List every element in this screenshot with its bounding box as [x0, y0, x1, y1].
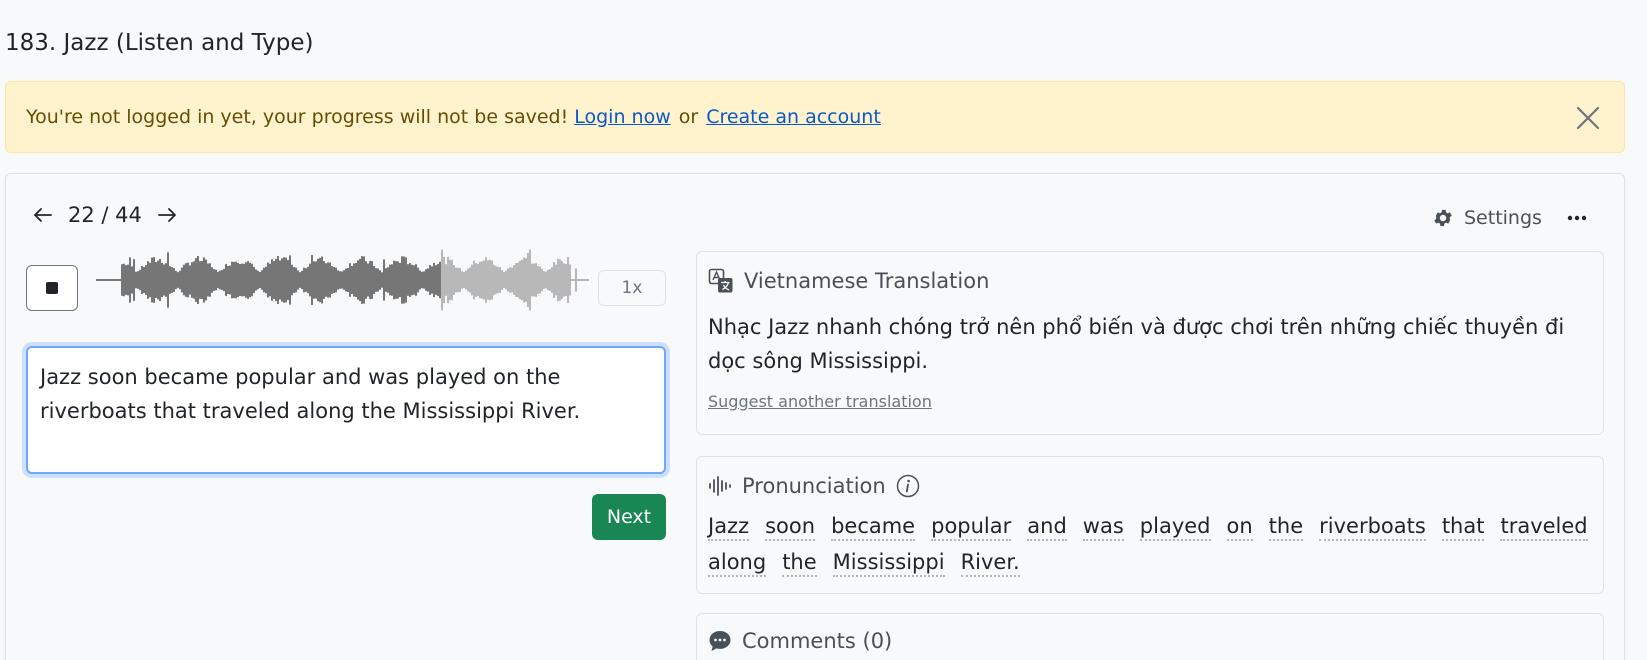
pronunciation-word[interactable]: that — [1441, 513, 1485, 541]
pronunciation-word[interactable]: the — [782, 549, 817, 577]
chat-icon — [709, 631, 731, 651]
next-button[interactable]: Next — [592, 494, 666, 540]
pronunciation-header: Pronunciation — [708, 471, 1592, 501]
sentence-counter: 22 / 44 — [68, 203, 142, 227]
page-title: 183. Jazz (Listen and Type) — [5, 30, 314, 56]
pronunciation-word[interactable]: riverboats — [1319, 513, 1426, 541]
pronunciation-word[interactable]: on — [1226, 513, 1253, 541]
pronunciation-word[interactable]: traveled — [1500, 513, 1588, 541]
comments-heading: Comments (0) — [742, 629, 893, 653]
close-icon[interactable] — [1574, 104, 1602, 132]
pronunciation-word[interactable]: popular — [931, 513, 1012, 541]
answer-input[interactable]: Jazz soon became popular and was played … — [26, 346, 666, 474]
alert-or-text: or — [678, 106, 699, 128]
pronunciation-word[interactable]: along — [708, 549, 767, 577]
arrow-right-icon[interactable] — [152, 200, 182, 230]
pronunciation-word[interactable]: was — [1082, 513, 1124, 541]
audio-wave-icon — [709, 476, 731, 496]
translation-heading: Vietnamese Translation — [744, 269, 990, 293]
gear-icon — [1434, 209, 1452, 227]
stop-icon — [46, 282, 58, 294]
playback-speed-button[interactable]: 1x — [598, 270, 666, 306]
comments-panel: Comments (0) — [696, 613, 1604, 660]
arrow-left-icon[interactable] — [28, 200, 58, 230]
stop-button[interactable] — [26, 265, 78, 311]
pronunciation-panel: Pronunciation Jazz soon became popular and wa… — [696, 456, 1604, 594]
pronunciation-word[interactable]: River. — [960, 549, 1020, 577]
pronunciation-word[interactable]: and — [1027, 513, 1067, 541]
pronunciation-words: Jazz soon became popular and was played on the ri… — [708, 513, 1592, 585]
translation-header: Vietnamese Translation — [708, 266, 1592, 296]
settings-button[interactable]: Settings — [1432, 203, 1542, 233]
settings-label: Settings — [1464, 207, 1542, 229]
pronunciation-word[interactable]: Jazz — [708, 513, 750, 541]
pronunciation-word[interactable]: the — [1268, 513, 1304, 541]
translation-panel: Vietnamese Translation Nhạc Jazz nhanh c… — [696, 251, 1604, 435]
pronunciation-word[interactable]: played — [1139, 513, 1211, 541]
info-icon[interactable] — [896, 474, 930, 498]
login-alert: You're not logged in yet, your progress … — [5, 81, 1625, 153]
comments-header[interactable]: Comments (0) — [708, 626, 1592, 656]
login-link[interactable]: Login now — [574, 106, 671, 128]
create-account-link[interactable]: Create an account — [706, 106, 881, 128]
translation-text: Nhạc Jazz nhanh chóng trở nên phổ biến v… — [708, 315, 1565, 373]
suggest-translation-link[interactable]: Suggest another translation — [708, 392, 932, 411]
alert-message: You're not logged in yet, your progress … — [26, 106, 569, 128]
pager: 22 / 44 — [28, 200, 182, 230]
translate-icon — [708, 268, 733, 293]
pronunciation-word[interactable]: Mississippi — [832, 549, 945, 577]
pronunciation-word[interactable]: became — [831, 513, 916, 541]
ellipsis-icon[interactable] — [1562, 203, 1592, 233]
pronunciation-word[interactable]: soon — [765, 513, 816, 541]
pronunciation-heading: Pronunciation — [742, 474, 886, 498]
audio-waveform[interactable] — [96, 248, 590, 312]
